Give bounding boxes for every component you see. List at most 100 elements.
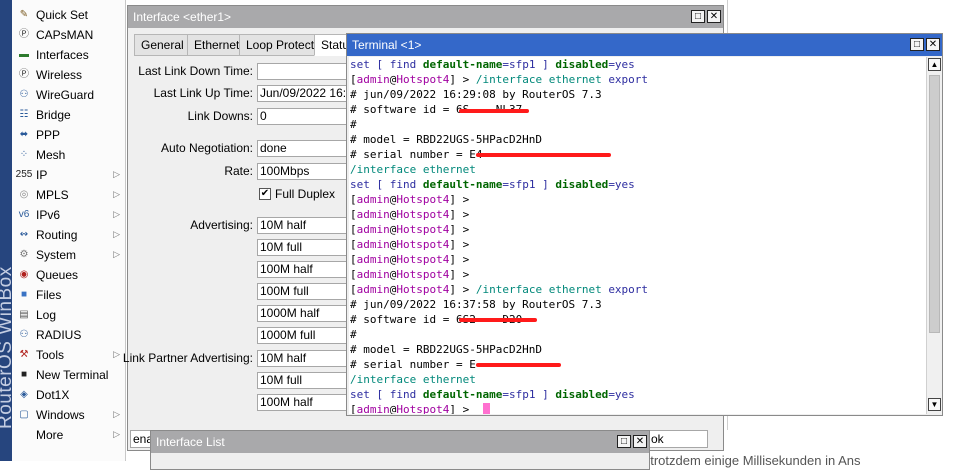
sidebar-item-label: WireGuard (36, 88, 95, 102)
sidebar-item-new-terminal[interactable]: ■ New Terminal (12, 365, 126, 385)
terminal-token: /interface ethernet (350, 163, 476, 176)
restore-icon: □ (913, 39, 921, 50)
terminal-token: # software id = (350, 103, 456, 116)
submenu-arrow-icon: ▷ (113, 429, 120, 439)
wireless-icon: Ⓟ (19, 69, 29, 80)
terminal-token: # (350, 118, 357, 131)
terminal-token: admin (356, 223, 390, 236)
terminal-line: # model = RBD22UGS-5HPacD2HnD (350, 342, 542, 357)
terminal-title: Terminal <1> (352, 38, 422, 52)
terminal-token: /interface ethernet (475, 283, 609, 296)
brand-text: RouterOS WinBox (0, 266, 12, 429)
sidebar-menu: ✎ Quick Set Ⓟ CAPsMAN ▬ Interfaces Ⓟ Wireless ⚇ W… (12, 0, 126, 461)
terminal-token: ] > (449, 223, 470, 236)
terminal-token: =yes (608, 58, 635, 71)
sidebar-item-log[interactable]: ▤ Log (12, 305, 126, 325)
sidebar-item-label: Dot1X (36, 388, 70, 402)
terminal-token: ] > (449, 268, 470, 281)
capsman-icon: Ⓟ (19, 29, 29, 40)
scroll-up-button[interactable]: ▲ (928, 58, 941, 71)
quick-set-icon: ✎ (19, 9, 29, 20)
sidebar-item-label: Wireless (36, 68, 83, 82)
terminal-token: export (608, 73, 649, 86)
sidebar-item-label: Log (36, 308, 57, 322)
interface-list-window[interactable]: Interface List □ ✕ (150, 430, 650, 470)
sidebar-item-ppp[interactable]: ⬌ PPP (12, 125, 126, 145)
terminal-restore-button[interactable]: □ (910, 38, 924, 51)
close-icon: ✕ (635, 436, 645, 447)
sidebar-item-routing[interactable]: ↭ Routing ▷ (12, 225, 126, 245)
link-ok-status-text: ok (651, 432, 664, 446)
list-close-button[interactable]: ✕ (633, 435, 647, 448)
more-icon (16, 427, 32, 443)
terminal-close-button[interactable]: ✕ (926, 38, 940, 51)
sidebar-item-queues[interactable]: ◉ Queues (12, 265, 126, 285)
sidebar-item-bridge[interactable]: ☷ Bridge (12, 105, 126, 125)
terminal-token: admin (356, 268, 390, 281)
triangle-up-icon: ▲ (930, 60, 939, 69)
terminal-scrollbar[interactable]: ▲ ▼ (926, 57, 942, 414)
terminal-window[interactable]: Terminal <1> □ ✕ set [ find default-name… (346, 33, 943, 416)
advertising-label: Advertising: (190, 218, 253, 232)
auto-negotiation-label: Auto Negotiation: (160, 141, 253, 155)
terminal-token: set [ find (350, 178, 423, 191)
terminal-output[interactable]: set [ find default-name=sfp1 ] disabled=… (349, 57, 926, 414)
sidebar-item-mesh[interactable]: ⁘ Mesh (12, 145, 126, 165)
interface-list-titlebar[interactable]: Interface List (151, 431, 649, 453)
sidebar-item-windows[interactable]: ▢ Windows ▷ (12, 405, 126, 425)
sidebar-item-tools[interactable]: ⚒ Tools ▷ (12, 345, 126, 365)
scroll-down-button[interactable]: ▼ (928, 398, 941, 411)
terminal-token: [ (350, 253, 357, 266)
sidebar-item-label: PPP (36, 128, 61, 142)
restore-icon: □ (620, 436, 628, 447)
ip-icon: 255 (15, 169, 33, 180)
terminal-token: =yes (608, 388, 635, 401)
terminal-token: # model = RBD22UGS-5HPacD2HnD (350, 133, 543, 146)
sidebar-item-system[interactable]: ⚙ System ▷ (12, 245, 126, 265)
sidebar-item-radius[interactable]: ⚇ RADIUS (12, 325, 126, 345)
sidebar-item-wireguard[interactable]: ⚇ WireGuard (12, 85, 126, 105)
full-duplex-checkbox[interactable]: ✔ (259, 188, 271, 200)
sidebar-item-more[interactable]: More ▷ (12, 425, 126, 445)
terminal-titlebar[interactable]: Terminal <1> (347, 34, 942, 56)
terminal-line: # (350, 117, 357, 132)
list-restore-button[interactable]: □ (617, 435, 631, 448)
interface-list-title: Interface List (156, 435, 225, 449)
terminal-token: Hotspot4 (396, 223, 450, 236)
scroll-thumb[interactable] (929, 75, 940, 333)
sidebar-item-ipv6[interactable]: v6 IPv6 ▷ (12, 205, 126, 225)
sidebar-item-interfaces[interactable]: ▬ Interfaces (12, 45, 126, 65)
terminal-line: [admin@Hotspot4] > (350, 192, 469, 207)
terminal-token: Hotspot4 (396, 253, 450, 266)
terminal-token: disabled (555, 58, 609, 71)
terminal-token: default-name (422, 388, 503, 401)
terminal-token: # serial number = (350, 358, 470, 371)
wireguard-icon: ⚇ (19, 89, 29, 100)
terminal-line: /interface ethernet (350, 372, 476, 387)
sidebar-item-label: New Terminal (36, 368, 109, 382)
sidebar-item-label: Routing (36, 228, 78, 242)
terminal-token: admin (356, 208, 390, 221)
terminal-line: [admin@Hotspot4] > (350, 222, 469, 237)
terminal-token: # (350, 328, 357, 341)
sidebar-item-ip[interactable]: 255 IP ▷ (12, 165, 126, 185)
submenu-arrow-icon: ▷ (113, 209, 120, 219)
terminal-line: # (350, 327, 357, 342)
sidebar-item-wireless[interactable]: Ⓟ Wireless (12, 65, 126, 85)
terminal-line: [admin@Hotspot4] > (350, 252, 469, 267)
sidebar-item-dot1x[interactable]: ◈ Dot1X (12, 385, 126, 405)
sidebar-item-mpls[interactable]: ◎ MPLS ▷ (12, 185, 126, 205)
terminal-token: [ (350, 73, 357, 86)
sidebar-item-quick-set[interactable]: ✎ Quick Set (12, 5, 126, 25)
terminal-token: admin (356, 193, 390, 206)
terminal-token: disabled (555, 388, 609, 401)
terminal-token: Hotspot4 (396, 268, 450, 281)
sidebar-item-files[interactable]: ■ Files (12, 285, 126, 305)
terminal-token: # jun/09/2022 16:37:58 by RouterOS 7.3 (350, 298, 602, 311)
sidebar-item-capsman[interactable]: Ⓟ CAPsMAN (12, 25, 126, 45)
tools-icon: ⚒ (19, 349, 29, 360)
submenu-arrow-icon: ▷ (113, 229, 120, 239)
sidebar-item-label: Tools (36, 348, 65, 362)
terminal-token: admin (356, 403, 390, 414)
terminal-token: admin (356, 253, 390, 266)
